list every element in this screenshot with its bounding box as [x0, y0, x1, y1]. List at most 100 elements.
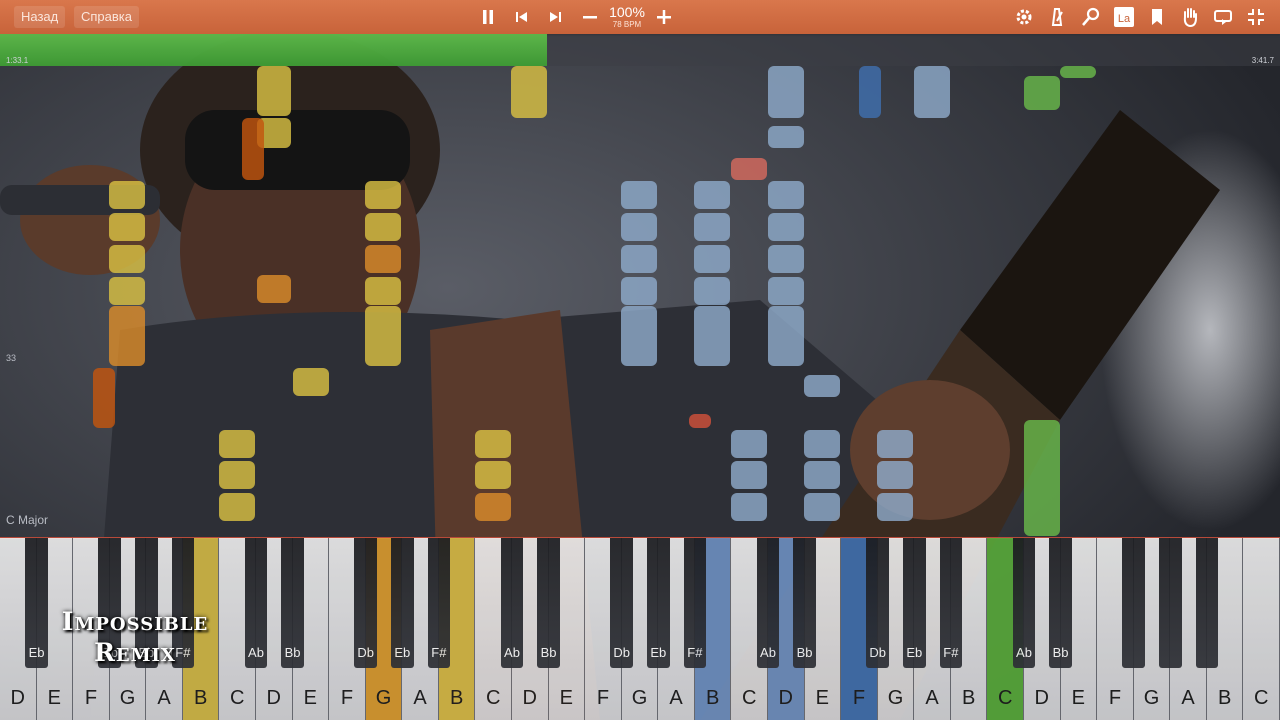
black-key[interactable]: Eb	[390, 538, 414, 668]
falling-note	[365, 277, 401, 305]
label-icon-text: La	[1118, 13, 1131, 25]
white-key-label: B	[193, 687, 208, 709]
white-key-label: F	[852, 687, 866, 709]
black-key[interactable]	[1158, 538, 1182, 668]
falling-note	[365, 245, 401, 273]
black-key-label: Eb	[394, 645, 411, 660]
white-key-label: E	[47, 687, 62, 709]
plus-icon[interactable]	[653, 6, 675, 28]
falling-note	[859, 66, 881, 118]
falling-note	[475, 430, 511, 458]
white-key-label: E	[1071, 687, 1086, 709]
falling-note	[621, 245, 657, 273]
falling-note	[694, 181, 730, 209]
speed-percent: 100%	[609, 4, 645, 20]
falling-note	[242, 118, 264, 180]
black-key[interactable]: Ab	[1012, 538, 1036, 668]
falling-note	[804, 493, 840, 521]
black-key[interactable]: F#	[939, 538, 963, 668]
black-key[interactable]: Bb	[1049, 538, 1072, 668]
metronome-icon[interactable]	[1046, 6, 1068, 28]
progress-fill	[0, 34, 547, 66]
black-key[interactable]: Eb	[646, 538, 670, 668]
white-key-label: C	[741, 687, 757, 709]
impossible-remix-watermark: Impossible Remix	[40, 606, 230, 668]
white-key-label: B	[961, 687, 976, 709]
speed-display: 100% 78 BPM	[604, 4, 650, 29]
black-key[interactable]: F#	[683, 538, 707, 668]
black-key[interactable]: Bb	[281, 538, 304, 668]
falling-note	[694, 306, 730, 366]
falling-note	[804, 430, 840, 458]
white-key-label: G	[119, 687, 136, 709]
falling-note	[731, 158, 767, 180]
white-key-label: D	[522, 687, 537, 709]
hand-icon[interactable]	[1179, 6, 1201, 28]
falling-note	[365, 213, 401, 241]
zoom-icon[interactable]	[1080, 6, 1102, 28]
falling-note	[109, 277, 145, 305]
black-key[interactable]: F#	[427, 538, 451, 668]
falling-note	[768, 277, 804, 305]
black-key[interactable]: Db	[610, 538, 634, 668]
skip-back-icon[interactable]	[511, 6, 533, 28]
black-key[interactable]: Ab	[756, 538, 780, 668]
white-key[interactable]: C	[1243, 538, 1280, 720]
black-key-label: Eb	[650, 645, 667, 660]
black-key[interactable]: Db	[866, 538, 890, 668]
white-key-label: C	[485, 687, 501, 709]
falling-note	[511, 66, 547, 118]
minus-icon[interactable]	[579, 6, 601, 28]
white-key-label: G	[375, 687, 392, 709]
falling-note	[731, 461, 767, 489]
falling-note	[293, 368, 329, 396]
black-key-label: Ab	[760, 645, 776, 660]
black-key-label: Ab	[504, 645, 520, 660]
white-key-label: A	[925, 687, 939, 709]
white-key-label: G	[887, 687, 904, 709]
black-key[interactable]: Eb	[902, 538, 926, 668]
black-key[interactable]: Bb	[793, 538, 816, 668]
gear-icon[interactable]	[1013, 6, 1035, 28]
label-icon[interactable]: La	[1113, 6, 1135, 28]
black-key[interactable]: Db	[354, 538, 378, 668]
black-key[interactable]	[1122, 538, 1146, 668]
skip-forward-icon[interactable]	[544, 6, 566, 28]
falling-note	[365, 181, 401, 209]
white-key-label: E	[303, 687, 318, 709]
elapsed-time: 1:33.1	[6, 56, 29, 65]
white-key-label: B	[705, 687, 720, 709]
falling-note	[621, 306, 657, 366]
falling-note	[768, 245, 804, 273]
pause-icon[interactable]	[477, 6, 499, 28]
black-key-label: Db	[869, 645, 887, 660]
fullscreen-icon[interactable]	[1245, 6, 1267, 28]
help-button[interactable]: Справка	[74, 6, 139, 28]
falling-note	[219, 461, 255, 489]
falling-note	[694, 245, 730, 273]
bookmark-icon[interactable]	[1146, 6, 1168, 28]
white-key-label: C	[1253, 687, 1269, 709]
white-key-label: F	[340, 687, 354, 709]
falling-note	[257, 66, 291, 116]
measure-number: 33	[6, 353, 17, 363]
back-button[interactable]: Назад	[14, 6, 66, 28]
progress-bar[interactable]: 1:33.1 3:41.7	[0, 34, 1280, 66]
black-key[interactable]: Bb	[537, 538, 560, 668]
falling-note	[621, 213, 657, 241]
watermark-line-1: Impossible	[61, 607, 209, 636]
black-key-label: Bb	[796, 645, 813, 660]
white-key-label: A	[1181, 687, 1195, 709]
falling-note	[689, 414, 711, 428]
loop-icon[interactable]	[1212, 6, 1234, 28]
white-key-label: D	[10, 687, 25, 709]
white-key-label: D	[1034, 687, 1049, 709]
black-key-label: F#	[431, 645, 447, 660]
black-key-label: Ab	[1016, 645, 1032, 660]
black-key[interactable]: Ab	[244, 538, 268, 668]
black-key[interactable]	[1195, 538, 1219, 668]
black-key[interactable]: Ab	[500, 538, 524, 668]
falling-note	[475, 461, 511, 489]
falling-note	[877, 430, 913, 458]
falling-note	[694, 213, 730, 241]
